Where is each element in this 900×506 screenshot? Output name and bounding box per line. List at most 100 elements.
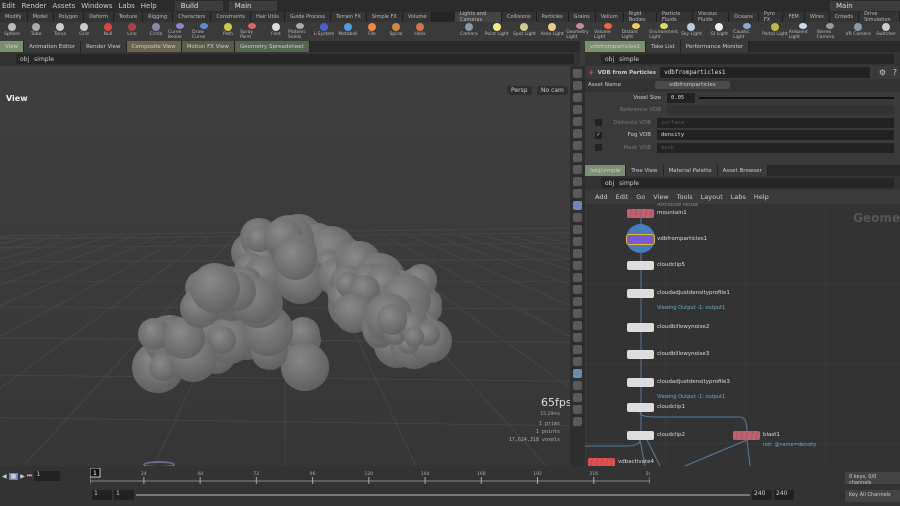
path-obj[interactable]: obj — [605, 180, 614, 187]
shelf-tool[interactable]: GI Light — [705, 22, 733, 40]
menu-assets[interactable]: Assets — [52, 2, 75, 10]
node-label[interactable]: cloudclip2 — [657, 432, 685, 438]
display-option-icon[interactable] — [573, 417, 582, 426]
shelf-tool[interactable]: Caustic Light — [733, 22, 761, 40]
node-cloudclip5[interactable] — [627, 261, 654, 270]
shelf-tab[interactable]: Drive Simulation — [859, 11, 900, 23]
pane-tab[interactable]: View — [0, 41, 25, 52]
shelf-tab[interactable]: Particle Fluids — [657, 11, 693, 23]
right-main-select[interactable]: Main — [830, 1, 900, 11]
display-option-icon[interactable] — [573, 189, 582, 198]
shelf-tool[interactable]: Area Light — [538, 22, 566, 40]
network-menu-labs[interactable]: Labs — [731, 193, 746, 201]
pane-tab[interactable]: Composite View — [126, 41, 182, 52]
key-all-channels-button[interactable]: Key All Channels — [845, 490, 900, 502]
shelf-tool[interactable]: VR Camera — [844, 22, 872, 40]
shelf-tab[interactable]: Pyro FX — [758, 11, 784, 23]
path-field[interactable]: obj simple — [16, 54, 574, 64]
node-cloudadjustdensityprofile3[interactable] — [627, 378, 654, 387]
shelf-tab[interactable]: Deform — [84, 12, 114, 22]
display-option-icon[interactable] — [573, 177, 582, 186]
display-option-icon[interactable] — [573, 297, 582, 306]
pane-tab[interactable]: /obj/simple — [585, 165, 627, 176]
pane-tab[interactable]: Performance Monitor — [680, 41, 750, 52]
display-option-icon[interactable] — [573, 369, 582, 378]
shelf-tab[interactable]: Vellum — [595, 12, 624, 22]
shelf-tab[interactable]: Particles — [536, 12, 569, 22]
display-option-icon[interactable] — [573, 285, 582, 294]
start-frame-field[interactable]: 1 — [92, 490, 112, 500]
network-menu-edit[interactable]: Edit — [616, 193, 629, 201]
display-option-icon[interactable] — [573, 93, 582, 102]
shelf-tab[interactable]: Hair Utils — [250, 12, 285, 22]
shelf-tool[interactable]: Line — [120, 22, 144, 40]
node-label[interactable]: cloudbillowynoise2 — [657, 324, 709, 330]
node-cloudclip2[interactable] — [627, 431, 654, 440]
network-menu-help[interactable]: Help — [754, 193, 769, 201]
network-menu-layout[interactable]: Layout — [701, 193, 723, 201]
shelf-tool[interactable]: Spray Paint — [240, 22, 264, 40]
shelf-tab[interactable]: Polygon — [53, 12, 85, 22]
display-option-icon[interactable] — [573, 321, 582, 330]
gear-icon[interactable]: ⚙ — [879, 68, 886, 77]
pane-tab[interactable]: Motion FX View — [181, 41, 235, 52]
shelf-tool[interactable]: Volume Light — [594, 22, 622, 40]
path-obj[interactable]: obj — [20, 56, 29, 63]
shelf-tab[interactable]: Grains — [568, 12, 596, 22]
range-slider[interactable] — [136, 494, 750, 496]
end-frame-field[interactable]: 240 — [774, 490, 794, 500]
desktop-build-select[interactable]: Build — [174, 1, 223, 11]
node-label[interactable]: cloudbillowynoise3 — [657, 351, 709, 357]
pane-tab[interactable]: Render View — [81, 41, 127, 52]
display-option-icon[interactable] — [573, 141, 582, 150]
asset-name-select[interactable]: vdbfromparticles — [655, 81, 730, 90]
persp-menu[interactable]: Persp — [507, 86, 532, 95]
shelf-tool[interactable]: Tube — [24, 22, 48, 40]
display-option-icon[interactable] — [573, 405, 582, 414]
current-frame-field[interactable]: 1 — [34, 471, 61, 481]
display-option-icon[interactable] — [573, 273, 582, 282]
checkbox[interactable] — [595, 144, 602, 152]
range-end-field[interactable]: 240 — [752, 490, 772, 500]
node-mountain1[interactable] — [627, 209, 654, 218]
shelf-tab[interactable]: Model — [27, 12, 54, 22]
param-field[interactable]: surface — [657, 117, 894, 128]
node-label[interactable]: cloudclip1 — [657, 404, 685, 410]
display-option-icon[interactable] — [573, 393, 582, 402]
node-label[interactable]: blast1 — [763, 432, 780, 438]
stop-icon[interactable]: ■ — [8, 472, 19, 480]
node-label[interactable]: cloudadjustdensityprofile1 — [657, 290, 730, 296]
shelf-tool[interactable]: Camera — [455, 22, 483, 40]
shelf-tool[interactable]: Helix — [408, 22, 432, 40]
play-reverse-icon[interactable]: ◀ — [2, 473, 7, 480]
pane-tab[interactable]: Tree View — [626, 165, 664, 176]
shelf-tool[interactable]: Curve Bezier — [168, 22, 192, 40]
path-field[interactable]: obj simple — [601, 54, 894, 64]
network-menu-view[interactable]: View — [653, 193, 668, 201]
node-vdbactivate4[interactable] — [588, 458, 615, 466]
node-label[interactable]: mountain1 — [657, 210, 687, 216]
shelf-tool[interactable]: Distant Light — [622, 22, 650, 40]
shelf-tool[interactable]: Metaball — [336, 22, 360, 40]
network-menu-tools[interactable]: Tools — [677, 193, 693, 201]
shelf-tool[interactable]: Ambient Light — [789, 22, 817, 40]
display-option-icon[interactable] — [573, 201, 582, 210]
display-option-icon[interactable] — [573, 117, 582, 126]
shelf-tab[interactable]: Constraints — [211, 12, 251, 22]
range-start-field[interactable]: 1 — [114, 490, 134, 500]
shelf-tab[interactable]: Texture — [113, 12, 144, 22]
shelf-tool[interactable]: Path — [216, 22, 240, 40]
display-option-icon[interactable] — [573, 237, 582, 246]
shelf-tab[interactable]: Modify — [0, 12, 28, 22]
display-option-icon[interactable] — [573, 153, 582, 162]
display-option-icon[interactable] — [573, 333, 582, 342]
play-icon[interactable]: ▶ — [20, 473, 25, 480]
menu-windows[interactable]: Windows — [81, 2, 112, 10]
display-option-icon[interactable] — [573, 69, 582, 78]
param-field[interactable]: 0.05 — [667, 92, 695, 103]
path-obj[interactable]: obj — [605, 56, 614, 63]
display-option-icon[interactable] — [573, 81, 582, 90]
display-option-icon[interactable] — [573, 381, 582, 390]
path-field[interactable]: obj simple — [601, 178, 894, 188]
display-option-icon[interactable] — [573, 345, 582, 354]
